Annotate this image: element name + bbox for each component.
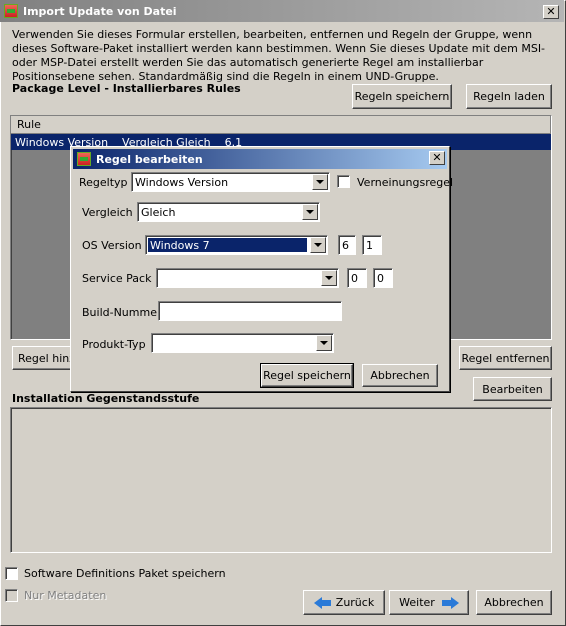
chevron-down-icon[interactable]	[310, 237, 326, 253]
save-sdp-checkbox[interactable]	[5, 567, 18, 580]
installation-level-heading: Installation Gegenstandsstufe	[12, 392, 200, 405]
dialog-title: Regel bearbeiten	[96, 152, 203, 166]
dialog-app-icon	[77, 152, 91, 166]
product-type-value	[152, 334, 315, 352]
dialog-close-button[interactable]: ✕	[429, 151, 445, 165]
window-close-button[interactable]: ✕	[543, 5, 559, 19]
dialog-cancel-button[interactable]: Abbrechen	[362, 364, 438, 387]
next-button[interactable]: Weiter	[389, 590, 469, 615]
build-number-field[interactable]	[158, 301, 342, 321]
service-pack-value	[157, 269, 320, 287]
arrow-left-icon	[313, 596, 332, 609]
metadata-only-checkbox[interactable]	[5, 589, 18, 602]
os-minor-field[interactable]: 1	[362, 235, 382, 255]
compare-label: Vergleich	[82, 206, 133, 219]
compare-select[interactable]: Gleich	[137, 202, 320, 222]
back-label: Zurück	[335, 596, 375, 609]
chevron-down-icon[interactable]	[302, 204, 318, 220]
chevron-down-icon[interactable]	[321, 270, 337, 286]
load-rules-button[interactable]: Regeln laden	[466, 84, 552, 109]
os-version-select[interactable]: Windows 7	[145, 235, 328, 255]
add-rule-button[interactable]: Regel hinzu	[12, 346, 74, 370]
save-rules-button[interactable]: Regeln speichern	[352, 84, 452, 109]
negation-checkbox[interactable]	[337, 175, 350, 188]
rule-type-label: Regeltyp	[79, 176, 128, 189]
chevron-down-icon[interactable]	[312, 174, 328, 190]
app-icon	[4, 4, 18, 18]
product-type-select[interactable]	[151, 333, 334, 353]
package-level-heading: Package Level - Installierbares Rules	[12, 82, 241, 95]
os-version-label: OS Version	[82, 239, 142, 252]
rule-column-header[interactable]: Rule	[11, 116, 551, 134]
edit-rule-dialog: Regel bearbeiten ✕ Regeltyp Windows Vers…	[70, 146, 454, 392]
window-titlebar: Import Update von Datei	[0, 0, 564, 22]
os-major-field[interactable]: 6	[338, 235, 356, 255]
service-pack-select[interactable]	[156, 268, 339, 288]
rule-type-value: Windows Version	[135, 175, 229, 189]
save-sdp-label: Software Definitions Paket speichern	[24, 567, 226, 580]
product-type-label: Produkt-Typ	[82, 338, 146, 351]
sp-minor-field[interactable]: 0	[373, 268, 393, 288]
sp-major-field[interactable]: 0	[347, 268, 367, 288]
arrow-right-icon	[441, 596, 459, 609]
rule-type-select[interactable]: Windows Version	[131, 172, 330, 192]
remove-rule-button[interactable]: Regel entfernen	[459, 346, 552, 370]
negation-label: Verneinungsregel	[357, 176, 454, 189]
save-rule-button[interactable]: Regel speichern	[260, 363, 354, 388]
description-text: Verwenden Sie dieses Formular erstellen,…	[12, 28, 546, 83]
chevron-down-icon[interactable]	[316, 335, 332, 351]
os-version-value: Windows 7	[148, 238, 307, 252]
build-number-label: Build-Nummer	[82, 306, 162, 319]
metadata-only-label: Nur Metadaten	[24, 589, 107, 602]
service-pack-label: Service Pack	[82, 272, 152, 285]
back-button[interactable]: Zurück	[303, 590, 385, 615]
dialog-titlebar: Regel bearbeiten	[73, 149, 447, 169]
next-label: Weiter	[399, 596, 435, 609]
edit-button[interactable]: Bearbeiten	[473, 377, 552, 401]
rule-column-label: Rule	[17, 118, 41, 131]
cancel-button[interactable]: Abbrechen	[476, 590, 552, 615]
compare-value: Gleich	[141, 205, 176, 219]
window-title: Import Update von Datei	[23, 4, 177, 18]
installation-rules-list[interactable]	[10, 407, 552, 553]
